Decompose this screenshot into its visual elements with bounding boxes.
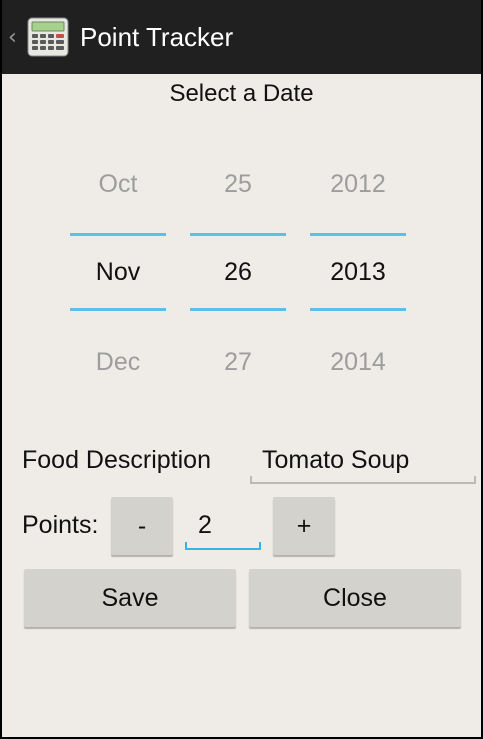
app-title: Point Tracker: [80, 21, 234, 52]
year-picker[interactable]: 2012 2013 2014: [310, 150, 406, 390]
increment-points-button[interactable]: +: [273, 497, 335, 555]
close-button[interactable]: Close: [249, 569, 461, 627]
month-next[interactable]: Dec: [70, 348, 166, 377]
day-divider-top: [190, 233, 286, 236]
day-current[interactable]: 26: [190, 258, 286, 287]
month-divider-bottom: [70, 308, 166, 311]
year-prev[interactable]: 2012: [310, 170, 406, 199]
month-current[interactable]: Nov: [70, 258, 166, 287]
day-divider-bottom: [190, 308, 286, 311]
year-current[interactable]: 2013: [310, 258, 406, 287]
action-bar: ‹ Point Tracker: [2, 0, 481, 74]
month-prev[interactable]: Oct: [70, 170, 166, 199]
year-next[interactable]: 2014: [310, 348, 406, 377]
chevron-left-icon[interactable]: ‹: [8, 25, 22, 50]
points-value: 2: [198, 511, 212, 539]
points-label: Points:: [22, 511, 99, 539]
points-input[interactable]: 2: [185, 506, 261, 550]
day-prev[interactable]: 25: [190, 170, 286, 199]
save-button[interactable]: Save: [24, 569, 236, 627]
food-description-value: Tomato Soup: [262, 446, 410, 474]
month-picker[interactable]: Oct Nov Dec: [70, 150, 166, 390]
select-date-heading: Select a Date: [169, 80, 314, 107]
year-divider-top: [310, 233, 406, 236]
month-divider-top: [70, 233, 166, 236]
food-description-label: Food Description: [22, 446, 211, 474]
day-next[interactable]: 27: [190, 348, 286, 377]
food-description-input[interactable]: Tomato Soup: [250, 440, 476, 484]
decrement-points-button[interactable]: -: [111, 497, 173, 555]
day-picker[interactable]: 25 26 27: [190, 150, 286, 390]
calculator-icon[interactable]: [26, 15, 70, 59]
year-divider-bottom: [310, 308, 406, 311]
